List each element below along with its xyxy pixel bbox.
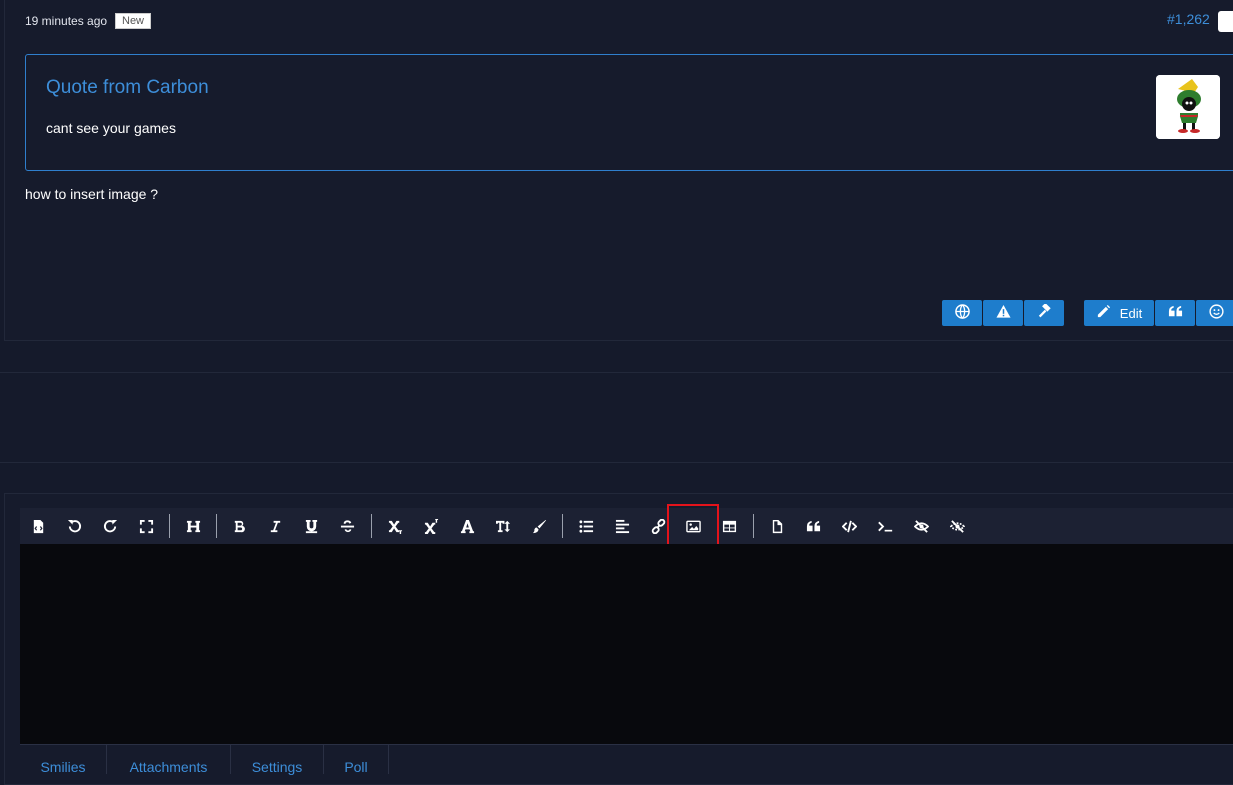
tab-settings[interactable]: Settings xyxy=(231,745,324,775)
gavel-icon xyxy=(1037,302,1052,322)
undo-icon[interactable] xyxy=(63,515,85,537)
smile-icon xyxy=(1208,304,1224,322)
editor-toolbar xyxy=(20,508,1233,544)
toolbar-separator xyxy=(371,514,372,538)
strikethrough-icon[interactable] xyxy=(336,515,358,537)
new-badge: New xyxy=(115,13,152,29)
quote-icon xyxy=(1168,304,1183,322)
quote-block: Quote from Carbon cant see your games xyxy=(25,54,1233,171)
image-button-highlight xyxy=(667,504,719,547)
tab-smilies[interactable]: Smilies xyxy=(20,745,107,775)
hide-icon[interactable] xyxy=(946,515,968,537)
edit-label: Edit xyxy=(1119,305,1143,321)
bold-icon[interactable] xyxy=(228,515,250,537)
toolbar-separator xyxy=(562,514,563,538)
file-icon[interactable] xyxy=(766,515,788,537)
subscript-icon[interactable] xyxy=(384,515,406,537)
post-body: how to insert image ? xyxy=(25,186,159,202)
divider xyxy=(0,372,1233,373)
editor-tabs: Smilies Attachments Settings Poll xyxy=(20,744,1233,775)
color-brush-icon[interactable] xyxy=(528,515,550,537)
avatar[interactable] xyxy=(1156,75,1220,139)
quote-icon[interactable] xyxy=(802,515,824,537)
font-icon[interactable] xyxy=(456,515,478,537)
report-button[interactable] xyxy=(983,300,1023,326)
forum-post: 19 minutes ago New #1,262 Quote from Car… xyxy=(4,0,1233,341)
tab-poll[interactable]: Poll xyxy=(324,745,389,775)
source-icon[interactable] xyxy=(27,515,49,537)
divider xyxy=(0,462,1233,463)
quote-title[interactable]: Quote from Carbon xyxy=(46,77,209,99)
heading-icon[interactable] xyxy=(182,515,204,537)
code-icon[interactable] xyxy=(838,515,860,537)
terminal-icon[interactable] xyxy=(874,515,896,537)
table-icon[interactable] xyxy=(718,515,740,537)
align-left-icon[interactable] xyxy=(611,515,633,537)
link-icon[interactable] xyxy=(647,515,669,537)
editor-textarea[interactable] xyxy=(20,544,1233,744)
spoiler-icon[interactable] xyxy=(910,515,932,537)
toolbar-separator xyxy=(216,514,217,538)
quote-text: cant see your games xyxy=(46,120,176,136)
post-number-link[interactable]: #1,262 xyxy=(1167,11,1210,27)
react-button[interactable] xyxy=(1196,300,1233,326)
list-icon[interactable] xyxy=(575,515,597,537)
quote-button[interactable] xyxy=(1155,300,1195,326)
post-timestamp: 19 minutes ago xyxy=(25,14,108,28)
moderate-button[interactable] xyxy=(1024,300,1064,326)
globe-icon xyxy=(954,304,970,322)
edit-button[interactable]: Edit xyxy=(1084,300,1154,326)
underline-icon[interactable] xyxy=(300,515,322,537)
post-select-checkbox[interactable] xyxy=(1218,11,1233,32)
fullscreen-icon[interactable] xyxy=(135,515,157,537)
warning-icon xyxy=(995,304,1011,322)
redo-icon[interactable] xyxy=(99,515,121,537)
toolbar-separator xyxy=(169,514,170,538)
italic-icon[interactable] xyxy=(264,515,286,537)
font-size-icon[interactable] xyxy=(492,515,514,537)
toolbar-separator xyxy=(753,514,754,538)
pencil-icon xyxy=(1096,304,1111,322)
superscript-icon[interactable] xyxy=(420,515,442,537)
globe-button[interactable] xyxy=(942,300,982,326)
tab-attachments[interactable]: Attachments xyxy=(107,745,231,775)
